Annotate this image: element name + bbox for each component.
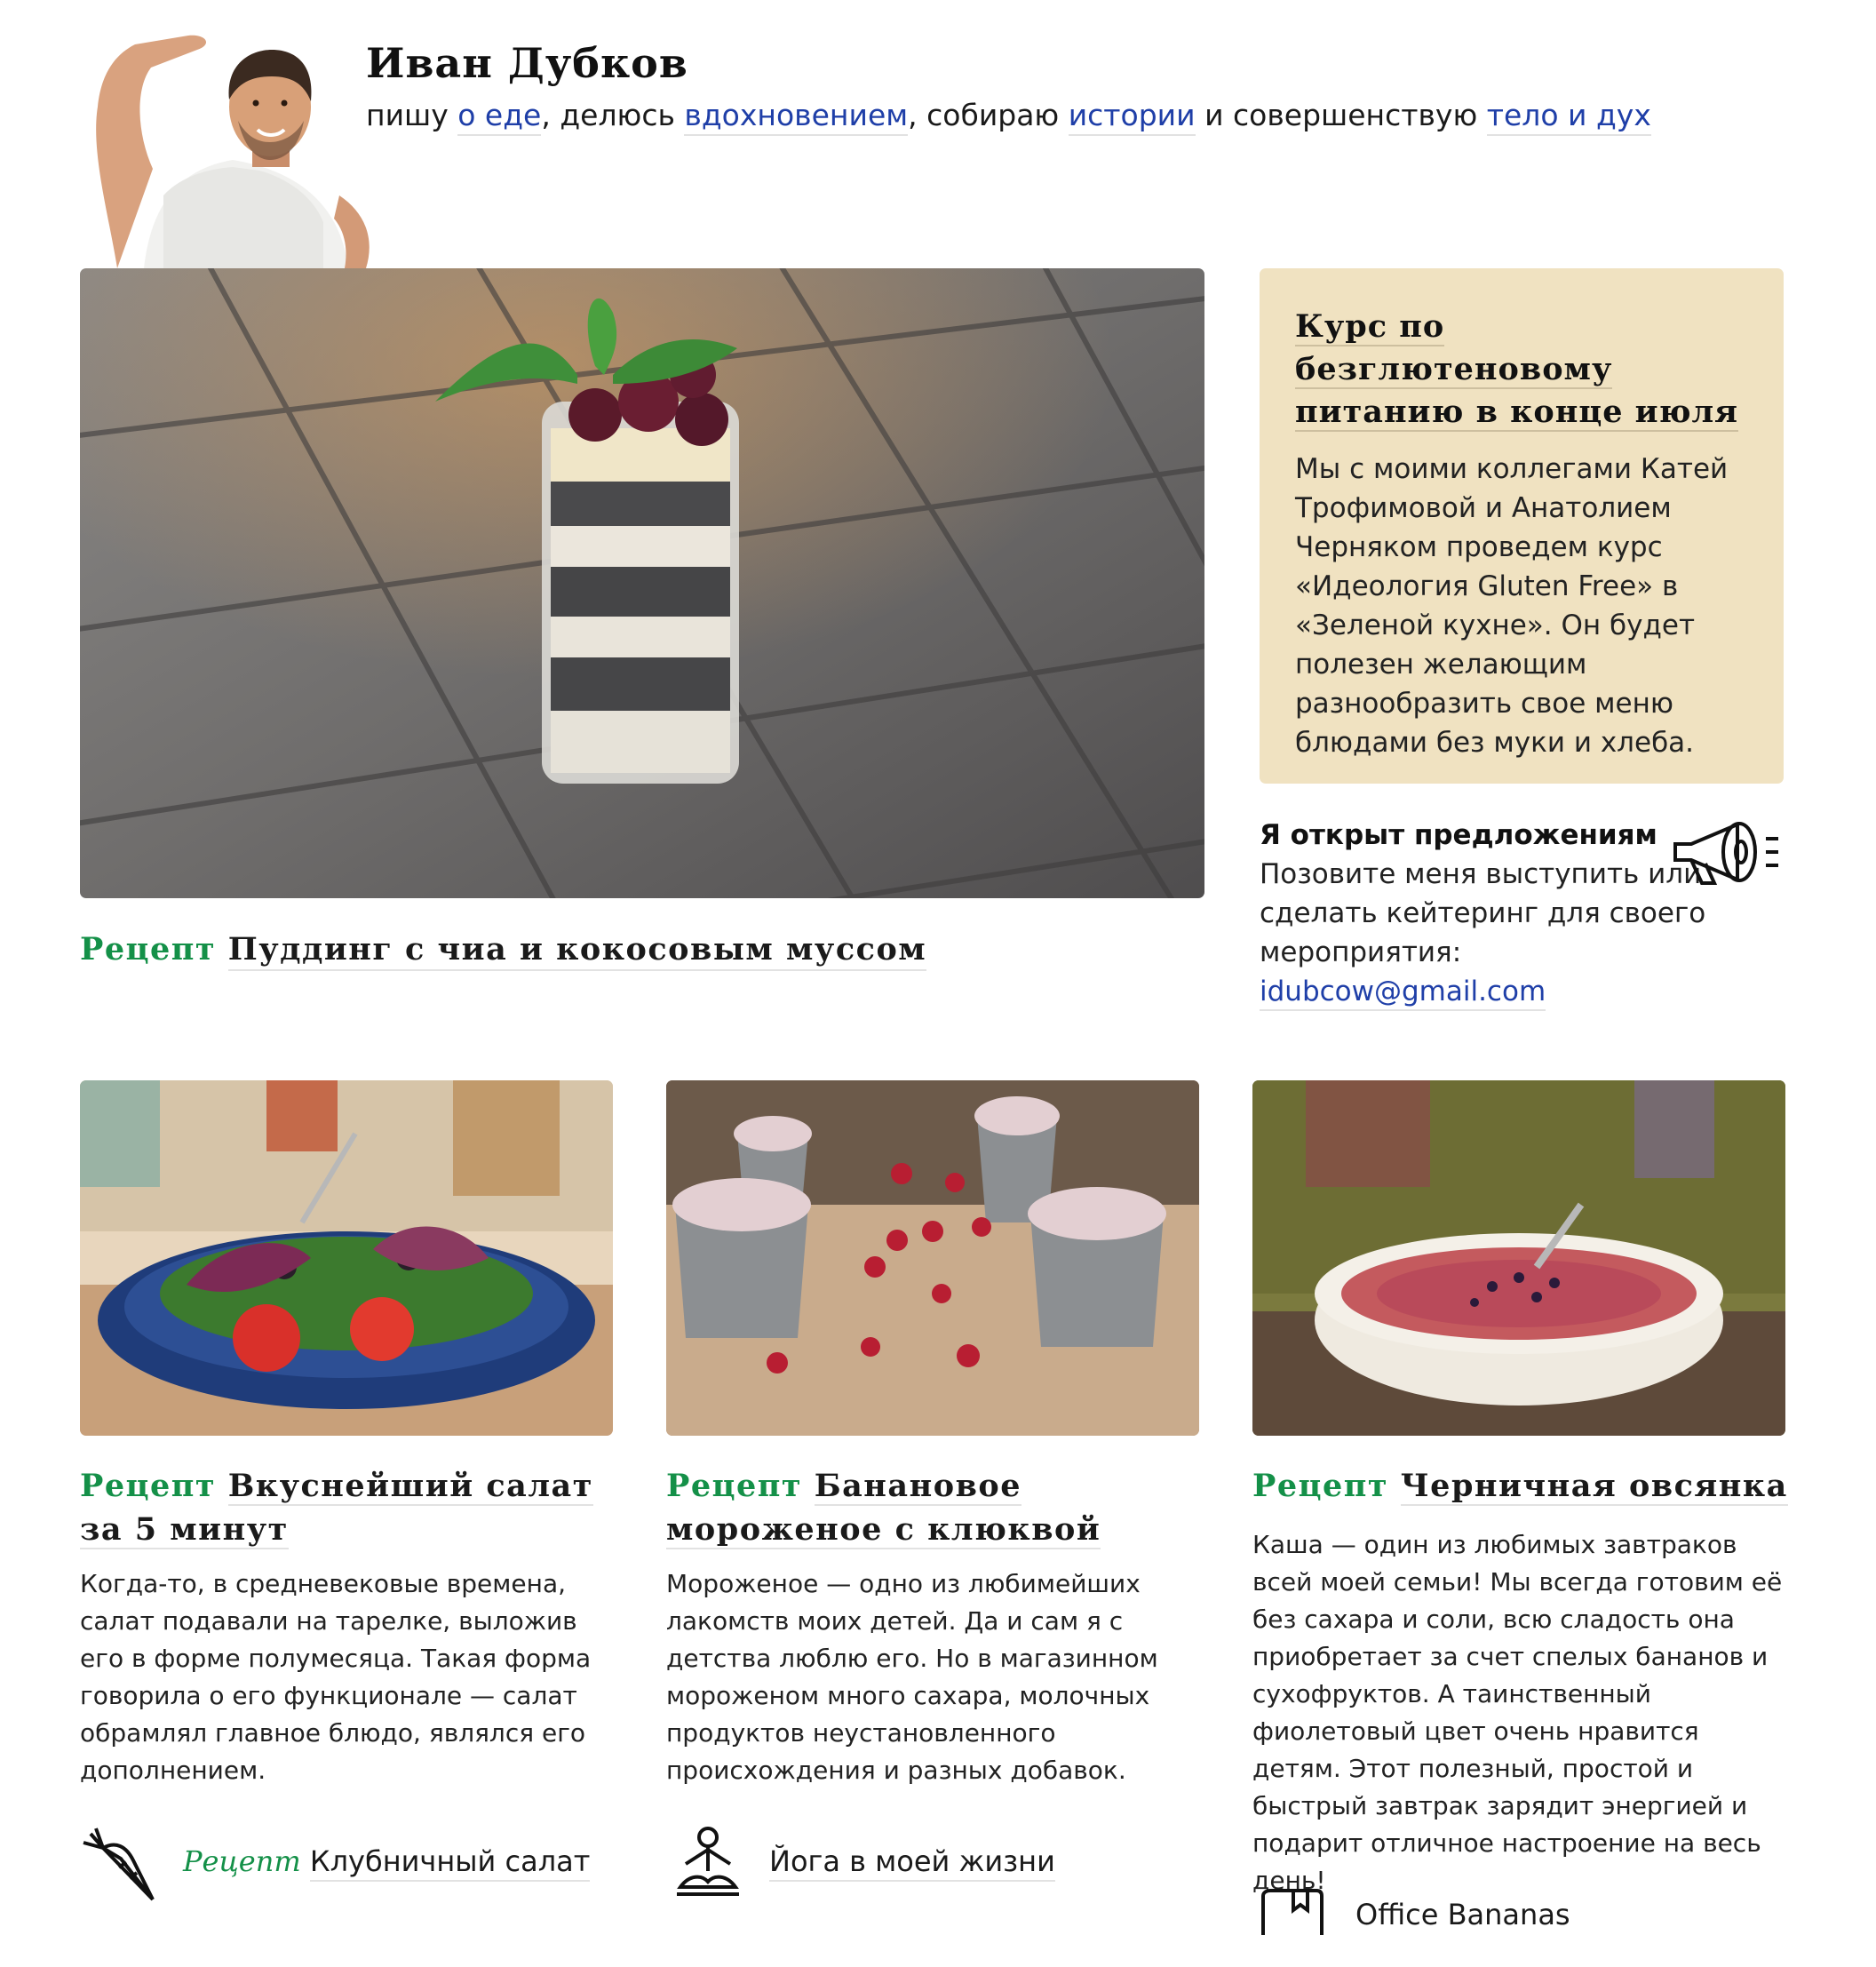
megaphone-icon — [1666, 817, 1791, 888]
bottom-link-label[interactable]: Йога в моей жизни — [769, 1844, 1055, 1882]
tagline-text-3: , собираю — [908, 98, 1069, 132]
bottom-link-label[interactable]: Office Bananas — [1355, 1898, 1570, 1931]
announcement-text: Мы с моими коллегами Катей Трофимовой и … — [1295, 453, 1729, 759]
recipe-tag: Рецепт — [183, 1844, 301, 1878]
card-title-link[interactable]: Черничная овсянка — [1400, 1468, 1788, 1506]
author-tagline: пишу о еде, делюсь вдохновением, собираю… — [366, 98, 1651, 136]
bookmark-icon — [1258, 1887, 1338, 1967]
author-name: Иван Дубков — [366, 39, 688, 87]
yoga-icon — [668, 1823, 748, 1903]
recipe-tag: Рецепт — [666, 1468, 803, 1504]
tagline-text-1: пишу — [366, 98, 458, 132]
bottom-link-strawberry-salad[interactable]: Рецепт Клубничный салат — [183, 1844, 591, 1882]
card-title-salad[interactable]: Рецепт Вкуснейший салат за 5 минут — [80, 1464, 631, 1551]
bottom-link-yoga[interactable]: Йога в моей жизни — [769, 1844, 1055, 1882]
hero-recipe-title[interactable]: Рецепт Пуддинг с чиа и кокосовым муссом — [80, 931, 927, 971]
card-image-ice-cream[interactable] — [666, 1080, 1199, 1436]
recipe-tag: Рецепт — [80, 931, 217, 968]
bottom-link-office-bananas[interactable]: Office Bananas — [1355, 1898, 1570, 1931]
offer-text: Позовите меня выступить или сделать кейт… — [1260, 858, 1706, 968]
tagline-link-stories[interactable]: истории — [1068, 98, 1196, 136]
offer-email-link[interactable]: idubcow@gmail.com — [1260, 976, 1546, 1011]
tagline-link-inspiration[interactable]: вдохновением — [684, 98, 909, 136]
offer-block: Я открыт предложениям Позовите меня выст… — [1260, 816, 1721, 1011]
tagline-link-body-and-spirit[interactable]: тело и дух — [1486, 98, 1651, 136]
recipe-tag: Рецепт — [1252, 1468, 1389, 1504]
card-image-salad[interactable] — [80, 1080, 613, 1436]
announcement-title-link[interactable]: Курс по безглютеновому питанию в конце и… — [1295, 308, 1739, 432]
announcement-card: Курс по безглютеновому питанию в конце и… — [1260, 268, 1784, 784]
tagline-text-2: , делюсь — [541, 98, 685, 132]
tagline-link-food[interactable]: о еде — [457, 98, 542, 136]
author-avatar — [82, 18, 384, 268]
announcement-title[interactable]: Курс по безглютеновому питанию в конце и… — [1295, 306, 1748, 434]
card-title-oatmeal[interactable]: Рецепт Черничная овсянка — [1252, 1464, 1803, 1508]
card-image-oatmeal[interactable] — [1252, 1080, 1785, 1436]
hero-recipe-image[interactable] — [80, 268, 1204, 898]
hero-recipe-link[interactable]: Пуддинг с чиа и кокосовым муссом — [227, 931, 927, 971]
card-text-salad: Когда-то, в средневековые времена, салат… — [80, 1569, 592, 1785]
card-text-ice-cream: Мороженое — одно из любимейших лакомств … — [666, 1569, 1158, 1785]
tagline-text-4: и совершенствую — [1195, 98, 1487, 132]
offer-title: Я открыт предложениям — [1260, 819, 1657, 851]
recipe-tag: Рецепт — [80, 1468, 217, 1504]
card-title-ice-cream[interactable]: Рецепт Банановое мороженое с клюквой — [666, 1464, 1217, 1551]
bottom-link-label[interactable]: Клубничный салат — [309, 1844, 591, 1882]
card-text-oatmeal: Каша — один из любимых завтраков всей мо… — [1252, 1530, 1783, 1895]
carrot-icon — [80, 1823, 160, 1903]
